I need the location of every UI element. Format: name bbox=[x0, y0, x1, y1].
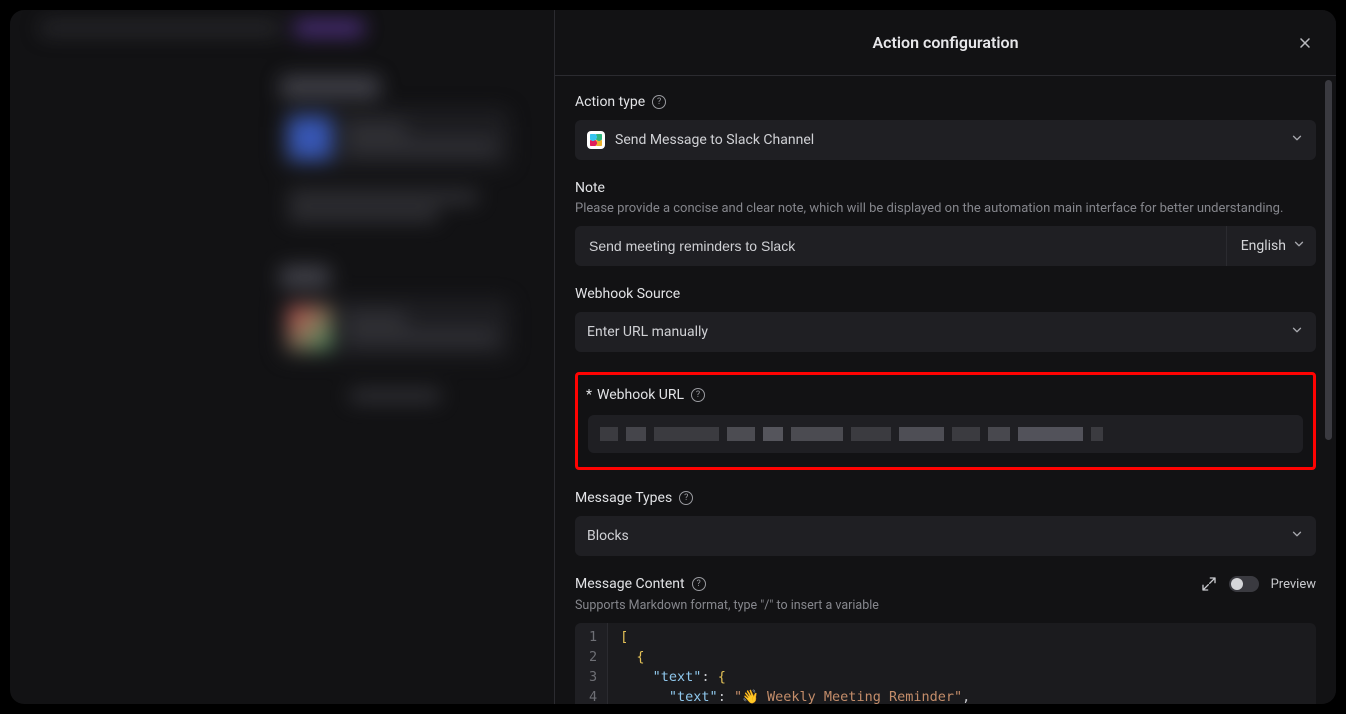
code-editor[interactable]: 1 2 3 4 5 6 7 [ { "text": { "text": "👋 W… bbox=[575, 623, 1316, 704]
message-types-label-text: Message Types bbox=[575, 490, 672, 506]
chevron-down-icon bbox=[1290, 131, 1304, 149]
chevron-down-icon bbox=[1290, 323, 1304, 341]
webhook-url-label-text: Webhook URL bbox=[597, 387, 684, 403]
background-blur bbox=[10, 10, 565, 704]
help-icon[interactable]: ? bbox=[679, 491, 693, 505]
note-label: Note bbox=[575, 180, 1316, 196]
section-message-content: Message Content ? Preview Supports Markd… bbox=[575, 576, 1316, 704]
section-webhook-source: Webhook Source Enter URL manually bbox=[575, 286, 1316, 352]
webhook-source-select[interactable]: Enter URL manually bbox=[575, 312, 1316, 352]
panel-title: Action configuration bbox=[872, 33, 1018, 52]
webhook-source-label: Webhook Source bbox=[575, 286, 1316, 302]
code-key: "text" bbox=[653, 669, 702, 685]
panel-scrollbar[interactable] bbox=[1325, 80, 1332, 700]
code-string: "👋 Weekly Meeting Reminder" bbox=[734, 689, 962, 704]
webhook-url-label: * Webhook URL ? bbox=[586, 387, 1303, 403]
action-type-label-text: Action type bbox=[575, 94, 645, 110]
action-type-value: Send Message to Slack Channel bbox=[615, 132, 814, 148]
webhook-source-label-text: Webhook Source bbox=[575, 286, 680, 302]
note-description: Please provide a concise and clear note,… bbox=[575, 201, 1316, 216]
line-number: 1 bbox=[589, 627, 597, 647]
panel-header: Action configuration bbox=[555, 10, 1336, 76]
scroll-thumb[interactable] bbox=[1325, 80, 1332, 440]
webhook-url-input[interactable] bbox=[588, 415, 1303, 453]
code-key: "text" bbox=[669, 689, 718, 704]
line-number: 3 bbox=[589, 667, 597, 687]
expand-icon[interactable] bbox=[1201, 576, 1217, 592]
section-message-types: Message Types ? Blocks bbox=[575, 490, 1316, 556]
action-type-label: Action type ? bbox=[575, 94, 1316, 110]
chevron-down-icon bbox=[1290, 527, 1304, 545]
message-types-label: Message Types ? bbox=[575, 490, 1316, 506]
note-label-text: Note bbox=[575, 180, 605, 196]
message-content-label: Message Content ? bbox=[575, 576, 706, 592]
slack-icon bbox=[587, 131, 605, 149]
code-content: [ { "text": { "text": "👋 Weekly Meeting … bbox=[608, 623, 982, 704]
close-icon bbox=[1297, 35, 1313, 51]
preview-label: Preview bbox=[1271, 577, 1316, 592]
close-button[interactable] bbox=[1292, 30, 1318, 56]
message-content-label-text: Message Content bbox=[575, 576, 685, 592]
section-action-type: Action type ? Send Message to Slack Chan… bbox=[575, 94, 1316, 160]
preview-toggle[interactable] bbox=[1229, 576, 1259, 592]
section-note: Note Please provide a concise and clear … bbox=[575, 180, 1316, 266]
message-types-select[interactable]: Blocks bbox=[575, 516, 1316, 556]
help-icon[interactable]: ? bbox=[652, 95, 666, 109]
message-types-value: Blocks bbox=[587, 528, 629, 544]
webhook-source-value: Enter URL manually bbox=[587, 324, 708, 340]
help-icon[interactable]: ? bbox=[692, 577, 706, 591]
note-language-select[interactable]: English bbox=[1226, 226, 1316, 266]
webhook-url-highlight: * Webhook URL ? bbox=[575, 372, 1316, 470]
note-language-value: English bbox=[1241, 238, 1286, 254]
line-number: 4 bbox=[589, 687, 597, 704]
help-icon[interactable]: ? bbox=[691, 388, 705, 402]
line-number: 2 bbox=[589, 647, 597, 667]
required-marker: * bbox=[586, 387, 592, 403]
code-gutter: 1 2 3 4 5 6 7 bbox=[575, 623, 608, 704]
message-content-hint: Supports Markdown format, type "/" to in… bbox=[575, 598, 1316, 613]
action-config-panel: Action configuration Action type ? Send … bbox=[554, 10, 1336, 704]
note-input[interactable] bbox=[575, 226, 1226, 266]
action-type-select[interactable]: Send Message to Slack Channel bbox=[575, 120, 1316, 160]
chevron-down-icon bbox=[1292, 237, 1306, 255]
